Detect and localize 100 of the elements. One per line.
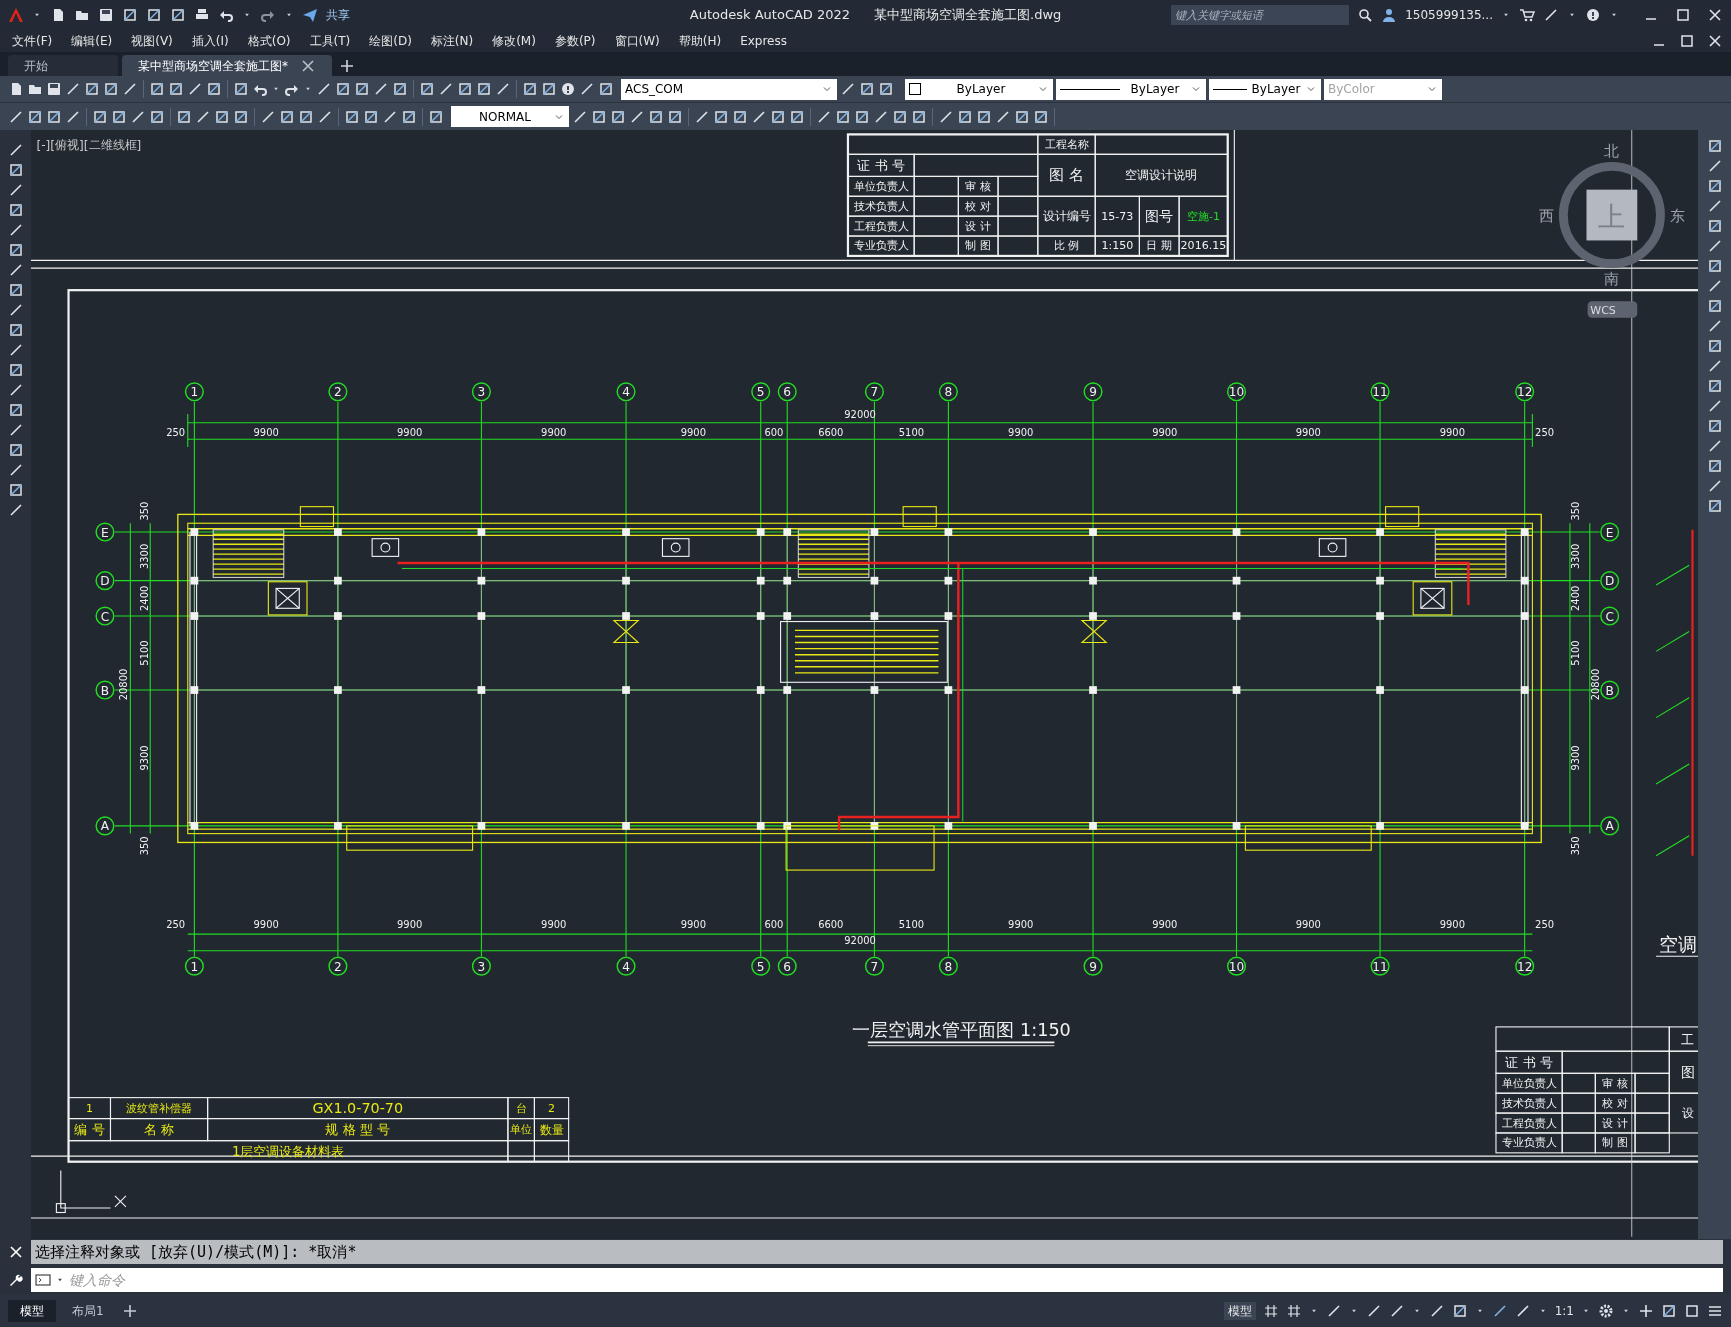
tool-icon[interactable] bbox=[46, 108, 62, 125]
tool-icon[interactable] bbox=[495, 81, 511, 97]
tool-icon[interactable] bbox=[522, 81, 538, 97]
tool-icon[interactable] bbox=[1706, 258, 1723, 274]
tool-icon[interactable] bbox=[1451, 1302, 1468, 1319]
tool-icon[interactable] bbox=[591, 108, 607, 125]
menu-item[interactable]: 工具(T) bbox=[309, 32, 351, 50]
tool-icon[interactable] bbox=[7, 202, 24, 218]
tool-icon[interactable] bbox=[629, 108, 645, 125]
tool-icon[interactable] bbox=[7, 482, 24, 498]
tool-icon[interactable] bbox=[7, 282, 24, 298]
tool-icon[interactable] bbox=[770, 108, 786, 125]
user-name[interactable]: 1505999135... bbox=[1405, 6, 1493, 24]
tool-icon[interactable] bbox=[667, 108, 683, 125]
tool-icon[interactable] bbox=[7, 442, 24, 458]
tool-icon[interactable] bbox=[7, 402, 24, 418]
tool-icon[interactable] bbox=[168, 81, 184, 97]
tool-icon[interactable] bbox=[751, 108, 767, 125]
fullscreen-icon[interactable] bbox=[1684, 1302, 1700, 1319]
tool-icon[interactable] bbox=[476, 81, 492, 97]
tool-icon[interactable] bbox=[1661, 1302, 1677, 1319]
tool-icon[interactable] bbox=[65, 81, 81, 97]
tool-icon[interactable] bbox=[233, 108, 249, 125]
tool-icon[interactable] bbox=[122, 81, 138, 97]
tool-icon[interactable] bbox=[732, 108, 748, 125]
tool-icon[interactable] bbox=[428, 108, 444, 125]
linetype-dropdown[interactable]: ByLayer bbox=[1056, 78, 1206, 100]
save-icon[interactable] bbox=[46, 81, 62, 97]
tool-icon[interactable] bbox=[1706, 338, 1723, 354]
tool-icon[interactable] bbox=[957, 108, 973, 125]
menu-item[interactable]: 插入(I) bbox=[191, 32, 229, 50]
menu-item[interactable]: Express bbox=[740, 32, 787, 50]
tool-icon[interactable] bbox=[335, 81, 351, 97]
compass-ring[interactable] bbox=[1558, 162, 1665, 269]
tool-icon[interactable] bbox=[7, 322, 24, 338]
restore-icon[interactable] bbox=[1679, 33, 1695, 49]
tool-icon[interactable] bbox=[130, 108, 146, 125]
app-logo-icon[interactable] bbox=[8, 7, 24, 23]
help-icon[interactable] bbox=[1585, 7, 1601, 23]
tool-icon[interactable] bbox=[7, 362, 24, 378]
tool-icon[interactable] bbox=[187, 81, 203, 97]
menu-item[interactable]: 修改(M) bbox=[492, 32, 536, 50]
drawing-canvas[interactable] bbox=[31, 130, 1698, 1239]
annotation-scale[interactable]: 1:1 bbox=[1554, 1301, 1574, 1320]
tool-icon[interactable] bbox=[233, 81, 249, 97]
tool-icon[interactable] bbox=[354, 81, 370, 97]
tool-icon[interactable] bbox=[840, 81, 856, 97]
close-icon[interactable] bbox=[300, 57, 316, 74]
tool-icon[interactable] bbox=[298, 108, 314, 125]
tool-icon[interactable] bbox=[149, 108, 165, 125]
layer-dropdown[interactable]: ACS_COM bbox=[621, 78, 837, 100]
tool-icon[interactable] bbox=[170, 7, 186, 23]
menu-item[interactable]: 视图(V) bbox=[131, 32, 173, 50]
save-icon[interactable] bbox=[98, 7, 114, 23]
search-field[interactable]: 键入关键字或短语 bbox=[1171, 5, 1350, 25]
tool-icon[interactable] bbox=[27, 108, 43, 125]
tool-icon[interactable] bbox=[260, 108, 276, 125]
cart-icon[interactable] bbox=[1519, 7, 1535, 23]
tool-icon[interactable] bbox=[176, 108, 192, 125]
color-dropdown[interactable]: ByLayer bbox=[905, 78, 1053, 100]
close-icon[interactable] bbox=[1707, 33, 1723, 49]
tool-icon[interactable] bbox=[648, 108, 664, 125]
tool-icon[interactable] bbox=[598, 81, 614, 97]
tool-icon[interactable] bbox=[873, 108, 889, 125]
tool-icon[interactable] bbox=[911, 108, 927, 125]
tool-icon[interactable] bbox=[146, 7, 162, 23]
tool-icon[interactable] bbox=[1706, 138, 1723, 154]
tool-icon[interactable] bbox=[279, 108, 295, 125]
grid-icon[interactable] bbox=[1262, 1302, 1279, 1319]
tool-icon[interactable] bbox=[995, 108, 1011, 125]
layout-tab[interactable]: 模型 bbox=[8, 1299, 56, 1322]
menu-item[interactable]: 帮助(H) bbox=[678, 32, 722, 50]
tool-icon[interactable] bbox=[541, 81, 557, 97]
menu-item[interactable]: 绘图(D) bbox=[369, 32, 412, 50]
text-style-dropdown[interactable]: NORMAL bbox=[451, 106, 569, 127]
tool-icon[interactable] bbox=[572, 108, 588, 125]
ucs-menu[interactable]: WCS bbox=[1587, 301, 1638, 318]
tool-icon[interactable] bbox=[122, 7, 138, 23]
tool-icon[interactable] bbox=[214, 108, 230, 125]
lineweight-dropdown[interactable]: ByLayer bbox=[1209, 78, 1321, 100]
prompt-icon[interactable] bbox=[35, 1272, 51, 1288]
tool-icon[interactable] bbox=[1706, 298, 1723, 314]
tool-icon[interactable] bbox=[1706, 418, 1723, 434]
tool-icon[interactable] bbox=[938, 108, 954, 125]
tool-icon[interactable] bbox=[84, 81, 100, 97]
menu-item[interactable]: 窗口(W) bbox=[614, 32, 660, 50]
help-icon[interactable] bbox=[560, 81, 576, 97]
tool-icon[interactable] bbox=[206, 81, 222, 97]
plus-icon[interactable] bbox=[1638, 1302, 1654, 1319]
tool-icon[interactable] bbox=[816, 108, 832, 125]
tool-icon[interactable] bbox=[149, 81, 165, 97]
tool-icon[interactable] bbox=[859, 81, 875, 97]
tool-icon[interactable] bbox=[610, 108, 626, 125]
tool-icon[interactable] bbox=[401, 108, 417, 125]
tool-icon[interactable] bbox=[892, 108, 908, 125]
tool-icon[interactable] bbox=[1033, 108, 1049, 125]
search-icon[interactable] bbox=[1357, 7, 1374, 23]
tool-icon[interactable] bbox=[1706, 458, 1723, 474]
share-button[interactable]: 共享 bbox=[326, 6, 350, 24]
tool-icon[interactable] bbox=[457, 81, 473, 97]
